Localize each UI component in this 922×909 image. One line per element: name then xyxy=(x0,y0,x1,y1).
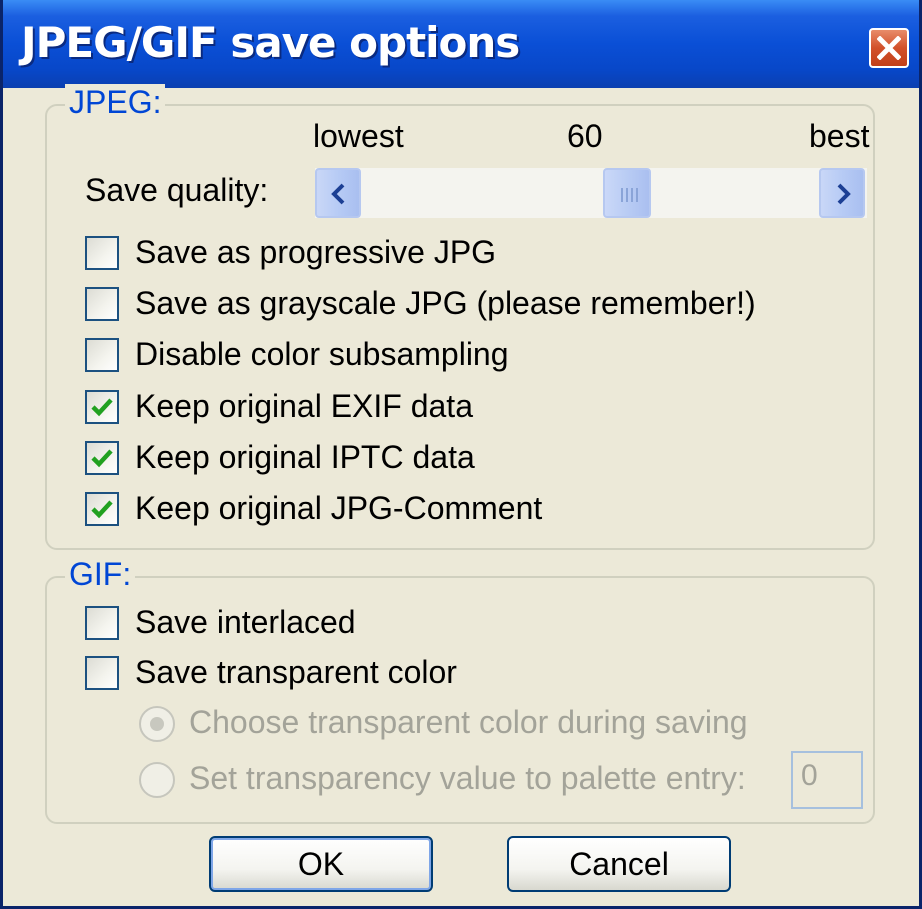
dialog-window: JPEG/GIF save options JPEG: lowest 60 be… xyxy=(0,0,922,909)
quality-increase-button[interactable] xyxy=(819,168,865,218)
save-interlaced-checkbox[interactable] xyxy=(85,606,119,640)
check-mark-icon xyxy=(91,500,113,519)
thumb-grip xyxy=(626,188,628,202)
jpeg-group-label: JPEG: xyxy=(65,84,166,121)
progressive-jpg-checkbox[interactable] xyxy=(85,236,119,270)
keep-exif-label[interactable]: Keep original EXIF data xyxy=(135,388,473,425)
quality-best-label: best xyxy=(809,118,870,154)
keep-iptc-checkbox[interactable] xyxy=(85,441,119,475)
gif-group-label: GIF: xyxy=(65,556,136,593)
save-quality-label: Save quality: xyxy=(85,172,269,208)
check-mark-icon xyxy=(91,398,113,417)
close-button[interactable] xyxy=(869,28,909,68)
keep-iptc-label[interactable]: Keep original IPTC data xyxy=(135,439,475,476)
quality-slider-thumb[interactable] xyxy=(603,168,651,218)
save-interlaced-label[interactable]: Save interlaced xyxy=(135,604,356,641)
grayscale-jpg-label[interactable]: Save as grayscale JPG (please remember!) xyxy=(135,285,756,322)
chevron-left-icon xyxy=(331,183,345,205)
thumb-grip xyxy=(631,188,633,202)
palette-entry-radio[interactable] xyxy=(139,762,175,798)
grayscale-jpg-checkbox[interactable] xyxy=(85,287,119,321)
quality-value-label: 60 xyxy=(567,118,603,154)
thumb-grip xyxy=(636,188,638,202)
save-transparent-label[interactable]: Save transparent color xyxy=(135,654,457,691)
choose-transparent-radio[interactable] xyxy=(139,706,175,742)
check-mark-icon xyxy=(91,449,113,468)
palette-entry-label[interactable]: Set transparency value to palette entry: xyxy=(189,760,746,797)
progressive-jpg-label[interactable]: Save as progressive JPG xyxy=(135,234,496,271)
title-bar[interactable]: JPEG/GIF save options xyxy=(3,0,919,88)
cancel-button[interactable]: Cancel xyxy=(507,836,731,892)
save-transparent-checkbox[interactable] xyxy=(85,656,119,690)
quality-slider-track[interactable] xyxy=(315,168,867,218)
chevron-right-icon xyxy=(837,183,851,205)
radio-selected-dot xyxy=(150,717,164,731)
quality-decrease-button[interactable] xyxy=(315,168,361,218)
window-title: JPEG/GIF save options xyxy=(21,18,520,67)
keep-exif-checkbox[interactable] xyxy=(85,390,119,424)
keep-comment-checkbox[interactable] xyxy=(85,492,119,526)
close-x-icon xyxy=(877,36,901,60)
disable-subsampling-label[interactable]: Disable color subsampling xyxy=(135,336,509,373)
choose-transparent-label[interactable]: Choose transparent color during saving xyxy=(189,704,748,741)
quality-lowest-label: lowest xyxy=(313,118,404,154)
ok-button[interactable]: OK xyxy=(209,836,433,892)
palette-entry-input[interactable]: 0 xyxy=(791,751,863,809)
thumb-grip xyxy=(621,188,623,202)
keep-comment-label[interactable]: Keep original JPG-Comment xyxy=(135,490,542,527)
disable-subsampling-checkbox[interactable] xyxy=(85,338,119,372)
